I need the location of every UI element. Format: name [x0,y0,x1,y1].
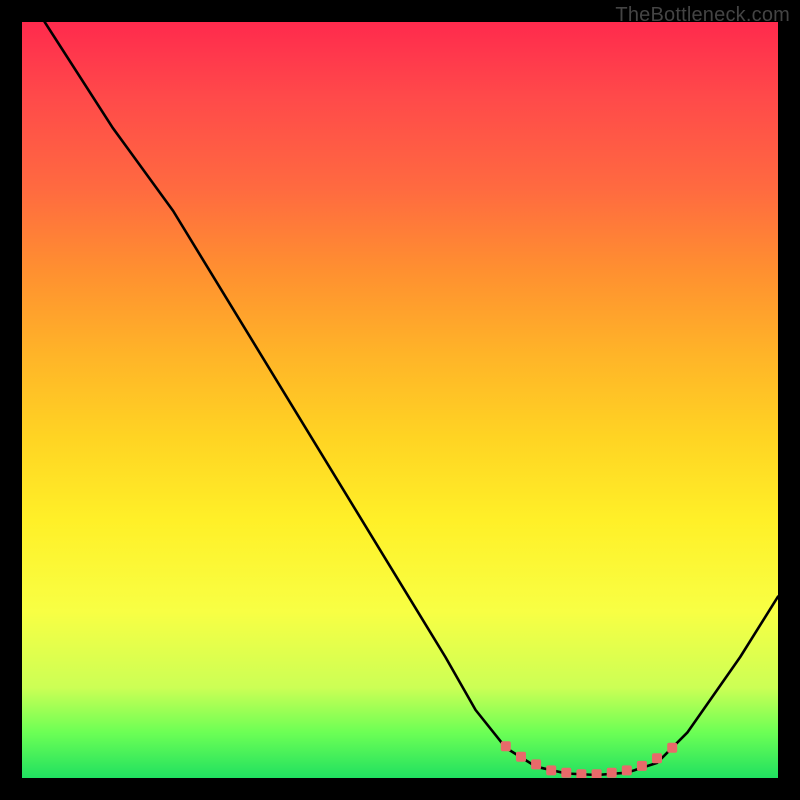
data-marker [592,769,602,778]
chart-plot-area [22,22,778,778]
data-marker [501,741,511,751]
watermark-text: TheBottleneck.com [615,4,790,27]
data-marker [531,759,541,769]
data-marker [576,769,586,778]
data-marker [546,765,556,775]
chart-svg [22,22,778,778]
marker-group [501,741,677,778]
data-marker [622,765,632,775]
data-marker [561,768,571,778]
data-marker [667,743,677,753]
bottleneck-curve [45,22,778,775]
data-marker [516,752,526,762]
data-marker [607,768,617,778]
data-marker [637,761,647,771]
data-marker [652,753,662,763]
chart-frame: TheBottleneck.com [0,0,800,800]
